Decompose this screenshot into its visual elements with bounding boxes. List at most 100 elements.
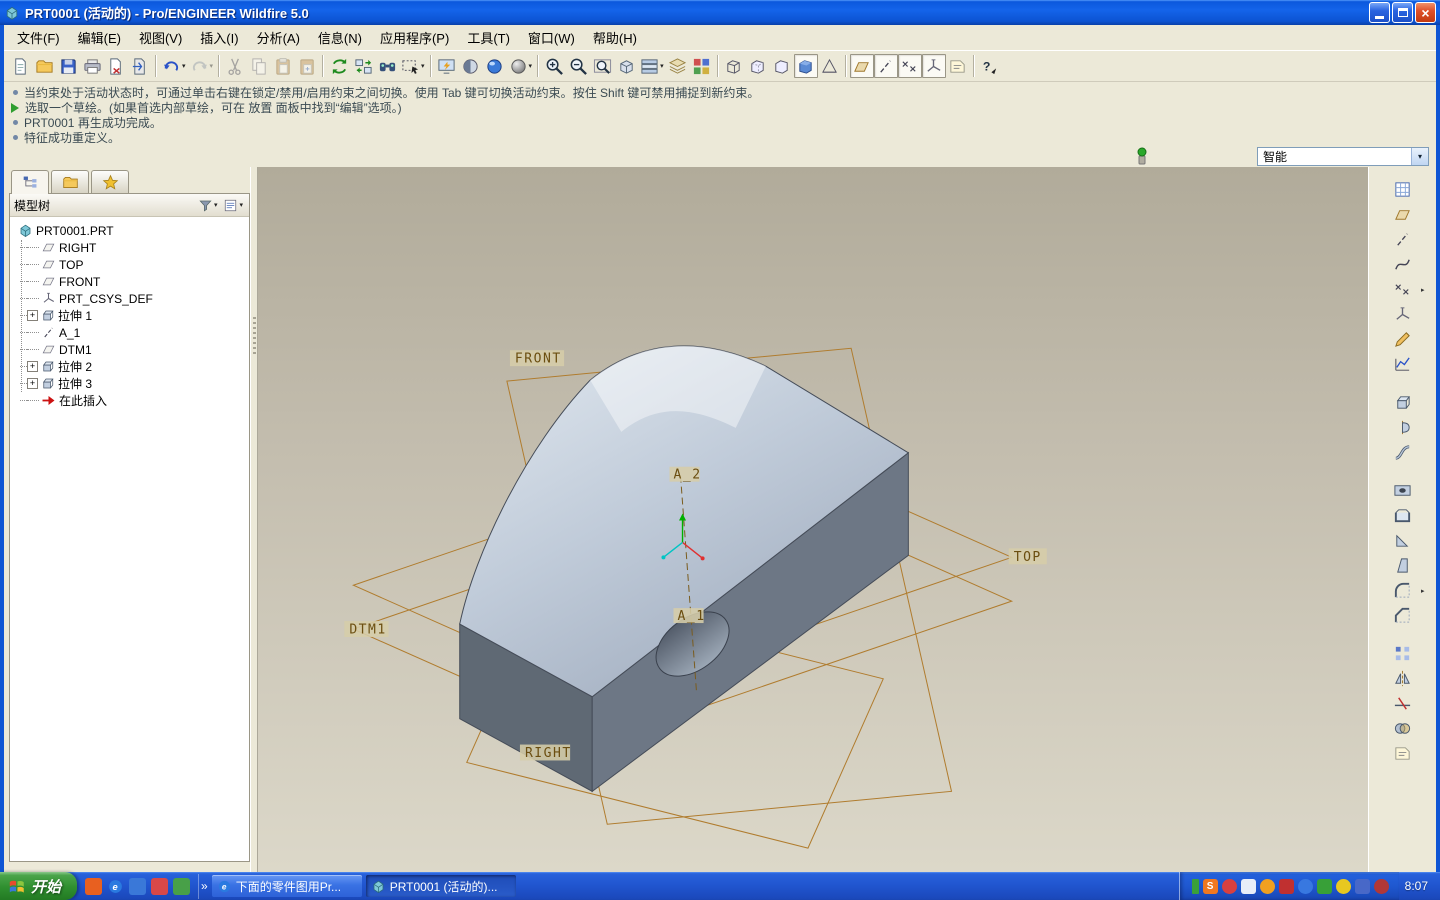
find-button[interactable] xyxy=(375,54,399,78)
tray-icon-7[interactable] xyxy=(1336,879,1351,894)
tray-icon-1[interactable] xyxy=(1222,879,1237,894)
expand-toggle[interactable] xyxy=(27,378,38,389)
minimize-button[interactable] xyxy=(1369,2,1390,23)
annotation-tool[interactable] xyxy=(1390,741,1416,766)
dropdown-caret-icon[interactable]: ▾ xyxy=(660,62,664,70)
tray-icon-8[interactable] xyxy=(1355,879,1370,894)
shade-button[interactable] xyxy=(459,54,483,78)
shaded-button[interactable] xyxy=(794,54,818,78)
tree-item-insert-here[interactable]: 在此插入 xyxy=(16,392,247,409)
menu-edit[interactable]: 编辑(E) xyxy=(69,25,130,50)
grid-snap-tool[interactable] xyxy=(1390,177,1416,202)
annotation-display-button[interactable] xyxy=(946,54,970,78)
datum-curve-tool[interactable] xyxy=(1390,252,1416,277)
repaint-button[interactable] xyxy=(435,54,459,78)
chamfer-tool[interactable] xyxy=(1390,603,1416,628)
mirror-tool[interactable] xyxy=(1390,666,1416,691)
datum-label-dtm1[interactable]: DTM1 xyxy=(344,621,388,637)
perspective-button[interactable] xyxy=(818,54,842,78)
dropdown-caret-icon[interactable]: ▾ xyxy=(182,62,186,70)
sketch-tool[interactable] xyxy=(1390,327,1416,352)
no-hidden-button[interactable] xyxy=(770,54,794,78)
paste-special-button[interactable] xyxy=(295,54,319,78)
copy-button[interactable] xyxy=(247,54,271,78)
orient-mode-button[interactable] xyxy=(614,54,638,78)
revolve-tool[interactable] xyxy=(1390,415,1416,440)
chevron-down-icon[interactable]: ▾ xyxy=(214,201,218,209)
taskbar-clock[interactable]: 8:07 xyxy=(1405,879,1428,893)
paste-button[interactable] xyxy=(271,54,295,78)
flyout-arrow-icon[interactable]: ▸ xyxy=(1421,286,1425,294)
hidden-line-button[interactable] xyxy=(746,54,770,78)
chevron-down-icon[interactable]: ▾ xyxy=(1411,148,1428,165)
redo-button[interactable]: ▾ xyxy=(188,54,216,78)
restore-button[interactable] xyxy=(1392,2,1413,23)
save-button[interactable] xyxy=(56,54,80,78)
plane-display-button[interactable] xyxy=(850,54,874,78)
hole-tool[interactable] xyxy=(1390,478,1416,503)
title-bar[interactable]: PRT0001 (活动的) - Pro/ENGINEER Wildfire 5.… xyxy=(0,0,1440,25)
dropdown-caret-icon[interactable]: ▾ xyxy=(210,62,214,70)
task-button-prt0001[interactable]: PRT0001 (活动的)... xyxy=(366,875,516,897)
close-button[interactable] xyxy=(1415,2,1436,23)
tree-item-top[interactable]: TOP xyxy=(16,256,247,273)
menu-insert[interactable]: 插入(I) xyxy=(191,25,247,50)
tree-item-right[interactable]: RIGHT xyxy=(16,239,247,256)
menu-info[interactable]: 信息(N) xyxy=(309,25,371,50)
wireframe-button[interactable] xyxy=(722,54,746,78)
tree-filters-button[interactable]: ▾ xyxy=(196,196,220,215)
extrude-tool[interactable] xyxy=(1390,390,1416,415)
draft-tool[interactable] xyxy=(1390,553,1416,578)
dropdown-caret-icon[interactable]: ▾ xyxy=(421,62,425,70)
datum-axis-tool[interactable] xyxy=(1390,227,1416,252)
axis-display-button[interactable] xyxy=(874,54,898,78)
flyout-arrow-icon[interactable]: ▸ xyxy=(1421,587,1425,595)
undo-button[interactable]: ▾ xyxy=(160,54,188,78)
nav-tab-favorites[interactable] xyxy=(91,170,129,193)
quicklaunch-ie[interactable] xyxy=(107,878,124,895)
tree-item-prt-csys-def[interactable]: PRT_CSYS_DEF xyxy=(16,290,247,307)
tree-item-extrude-3[interactable]: 拉伸 3 xyxy=(16,375,247,392)
regen-manager-button[interactable] xyxy=(351,54,375,78)
3d-viewport[interactable]: FRONT TOP DTM1 RIGHT A_2 A_1 xyxy=(258,167,1368,872)
refit-button[interactable] xyxy=(590,54,614,78)
expand-toggle[interactable] xyxy=(27,310,38,321)
axis-label-a2[interactable]: A_2 xyxy=(669,467,701,483)
menu-applications[interactable]: 应用程序(P) xyxy=(371,25,458,50)
datum-csys-tool[interactable] xyxy=(1390,302,1416,327)
zoom-in-button[interactable] xyxy=(542,54,566,78)
csys-display-button[interactable] xyxy=(922,54,946,78)
dropdown-caret-icon[interactable]: ▾ xyxy=(529,62,533,70)
start-button[interactable]: 开始 xyxy=(0,872,77,900)
pattern-tool[interactable] xyxy=(1390,641,1416,666)
delete-old-versions-button[interactable] xyxy=(128,54,152,78)
tree-item-front[interactable]: FRONT xyxy=(16,273,247,290)
saved-views-button[interactable]: ▾ xyxy=(638,54,666,78)
layers-button[interactable] xyxy=(666,54,690,78)
datum-label-front[interactable]: FRONT xyxy=(510,350,564,366)
merge-tool[interactable] xyxy=(1390,716,1416,741)
rib-tool[interactable] xyxy=(1390,528,1416,553)
tree-item-a1[interactable]: A_1 xyxy=(16,324,247,341)
round-tool[interactable]: ▸ xyxy=(1390,578,1416,603)
expand-toggle[interactable] xyxy=(27,361,38,372)
part-model[interactable] xyxy=(460,346,909,791)
select-button[interactable]: ▾ xyxy=(399,54,427,78)
menu-file[interactable]: 文件(F) xyxy=(8,25,69,50)
tray-sogou[interactable]: S xyxy=(1203,879,1218,894)
quicklaunch-sogou[interactable] xyxy=(85,878,102,895)
tree-columns-button[interactable]: ▾ xyxy=(221,196,245,215)
tray-icon-6[interactable] xyxy=(1317,879,1332,894)
tray-language-bar[interactable] xyxy=(1192,879,1199,894)
panel-splitter[interactable] xyxy=(250,167,258,872)
datum-plane-tool[interactable] xyxy=(1390,202,1416,227)
shell-tool[interactable] xyxy=(1390,503,1416,528)
quick-launch-overflow[interactable]: » xyxy=(201,879,208,893)
datum-point-tool[interactable]: ▸ xyxy=(1390,277,1416,302)
tray-icon-5[interactable] xyxy=(1298,879,1313,894)
datum-label-top[interactable]: TOP xyxy=(1009,548,1047,564)
tray-icon-4[interactable] xyxy=(1279,879,1294,894)
trim-tool[interactable] xyxy=(1390,691,1416,716)
graphics-area[interactable]: FRONT TOP DTM1 RIGHT A_2 A_1 xyxy=(258,167,1368,872)
print-button[interactable] xyxy=(80,54,104,78)
